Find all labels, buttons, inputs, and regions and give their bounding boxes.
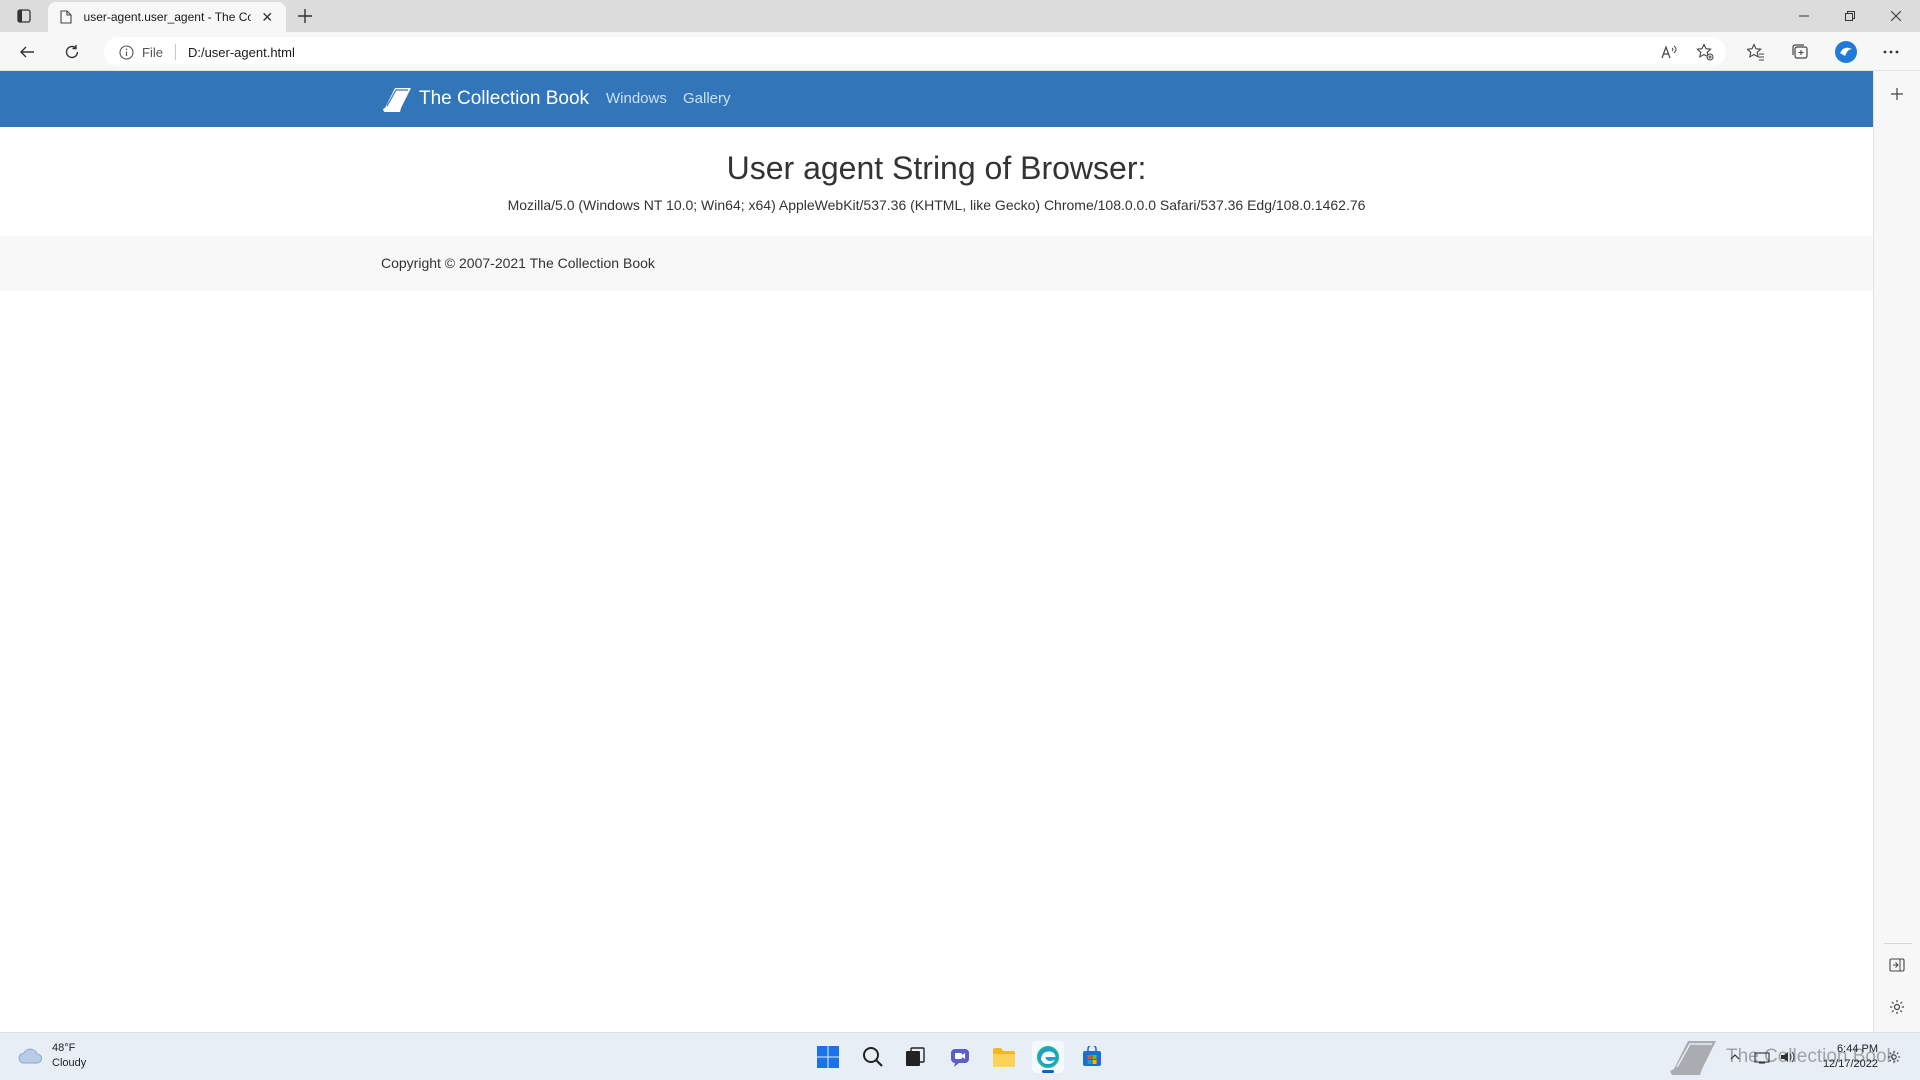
notifications-button[interactable] bbox=[1884, 1045, 1904, 1069]
volume-tray-button[interactable] bbox=[1778, 1045, 1798, 1069]
collections-icon bbox=[1792, 44, 1808, 59]
task-view-button[interactable] bbox=[899, 1041, 931, 1073]
browser-toolbar: File D:/user-agent.html bbox=[0, 32, 1920, 71]
taskbar-search-button[interactable] bbox=[857, 1041, 889, 1073]
read-aloud-button[interactable] bbox=[1655, 38, 1683, 66]
weather-temperature: 48°F bbox=[52, 1042, 76, 1054]
close-icon bbox=[1891, 11, 1901, 21]
back-button[interactable] bbox=[12, 38, 42, 66]
sidebar-divider bbox=[1884, 943, 1912, 944]
edge-sidebar bbox=[1873, 71, 1920, 1032]
settings-more-button[interactable] bbox=[1876, 38, 1906, 66]
address-scheme: File bbox=[142, 44, 163, 60]
address-separator bbox=[174, 44, 176, 60]
task-view-icon bbox=[906, 1047, 925, 1066]
star-add-icon bbox=[1696, 43, 1714, 61]
back-arrow-icon bbox=[20, 46, 34, 58]
site-brand[interactable]: The Collection Book bbox=[381, 83, 589, 115]
plus-icon bbox=[1891, 88, 1903, 100]
tab-actions-button[interactable] bbox=[10, 5, 38, 27]
tab-close-icon[interactable]: ✕ bbox=[259, 8, 276, 26]
start-icon bbox=[817, 1046, 839, 1068]
profile-button[interactable] bbox=[1831, 38, 1861, 66]
tab-title: user-agent.user_agent - The Coll bbox=[83, 10, 251, 24]
file-explorer-icon bbox=[993, 1048, 1015, 1067]
read-aloud-icon bbox=[1661, 45, 1677, 59]
favorites-button[interactable] bbox=[1741, 38, 1771, 66]
user-agent-string: Mozilla/5.0 (Windows NT 10.0; Win64; x64… bbox=[507, 197, 1366, 213]
taskbar-clock[interactable]: 6:44 PM 12/17/2022 bbox=[1808, 1042, 1878, 1072]
more-icon bbox=[1883, 50, 1899, 54]
browser-tab-active[interactable]: user-agent.user_agent - The Coll ✕ bbox=[48, 2, 286, 32]
restore-icon bbox=[1845, 11, 1855, 21]
copyright-text: Copyright © 2007-2021 The Collection Boo… bbox=[381, 255, 655, 271]
watermark-book-icon bbox=[1670, 1041, 1716, 1075]
sidebar-settings-button[interactable] bbox=[1883, 993, 1911, 1021]
minimize-button[interactable] bbox=[1781, 0, 1827, 32]
clock-date: 12/17/2022 bbox=[1822, 1058, 1878, 1070]
speaker-icon bbox=[1781, 1051, 1795, 1063]
sidebar-add-button[interactable] bbox=[1883, 80, 1911, 108]
chat-button[interactable] bbox=[944, 1041, 976, 1073]
address-url[interactable]: D:/user-agent.html bbox=[188, 45, 295, 60]
info-icon[interactable] bbox=[118, 44, 134, 60]
weather-widget[interactable]: 48°F Cloudy bbox=[16, 1041, 86, 1071]
hide-sidebar-button[interactable] bbox=[1883, 951, 1911, 979]
edge-taskbar-button[interactable] bbox=[1032, 1041, 1064, 1073]
show-hidden-icons-button[interactable] bbox=[1726, 1045, 1744, 1069]
close-window-button[interactable] bbox=[1873, 0, 1919, 32]
site-navbar: The Collection Book Windows Gallery bbox=[0, 71, 1873, 127]
minimize-icon bbox=[1799, 15, 1809, 17]
gear-icon bbox=[1887, 1050, 1901, 1064]
windows-taskbar: 48°F Cloudy The Collection Book 6:44 PM … bbox=[0, 1032, 1920, 1080]
book-logo-icon bbox=[383, 88, 411, 112]
hide-sidebar-icon bbox=[1889, 958, 1905, 972]
favorites-icon bbox=[1747, 43, 1764, 61]
gear-icon bbox=[1890, 1000, 1904, 1014]
clock-time: 6:44 PM bbox=[1837, 1043, 1878, 1055]
store-button[interactable] bbox=[1076, 1041, 1108, 1073]
chat-icon bbox=[951, 1049, 969, 1067]
refresh-icon bbox=[65, 45, 79, 59]
refresh-button[interactable] bbox=[57, 38, 87, 66]
active-app-indicator bbox=[1042, 1070, 1054, 1073]
restore-button[interactable] bbox=[1827, 0, 1873, 32]
chevron-up-icon bbox=[1730, 1054, 1740, 1060]
tab-actions-icon bbox=[17, 9, 31, 23]
nav-link-gallery[interactable]: Gallery bbox=[683, 90, 731, 107]
add-favorite-button[interactable] bbox=[1691, 38, 1719, 66]
browser-tab-strip: user-agent.user_agent - The Coll ✕ bbox=[0, 0, 1920, 32]
address-bar[interactable]: File D:/user-agent.html bbox=[104, 37, 1726, 67]
new-tab-button[interactable] bbox=[292, 4, 318, 28]
cloud-icon bbox=[18, 1048, 42, 1064]
search-icon bbox=[863, 1047, 883, 1067]
page-footer: Copyright © 2007-2021 The Collection Boo… bbox=[0, 236, 1873, 291]
page-document-icon bbox=[58, 9, 74, 25]
network-tray-button[interactable] bbox=[1752, 1045, 1772, 1069]
network-icon bbox=[1754, 1052, 1770, 1064]
web-page: The Collection Book Windows Gallery User… bbox=[0, 71, 1873, 1032]
collections-button[interactable] bbox=[1785, 38, 1815, 66]
page-title: User agent String of Browser: bbox=[726, 150, 1147, 186]
edge-icon bbox=[1036, 1045, 1060, 1069]
brand-name: The Collection Book bbox=[419, 88, 590, 109]
weather-description: Cloudy bbox=[52, 1057, 87, 1069]
nav-link-windows[interactable]: Windows bbox=[606, 90, 667, 107]
store-icon bbox=[1083, 1046, 1101, 1066]
plus-icon bbox=[298, 9, 312, 23]
file-explorer-button[interactable] bbox=[988, 1041, 1020, 1073]
start-button[interactable] bbox=[812, 1041, 844, 1073]
profile-avatar-icon bbox=[1835, 41, 1857, 63]
